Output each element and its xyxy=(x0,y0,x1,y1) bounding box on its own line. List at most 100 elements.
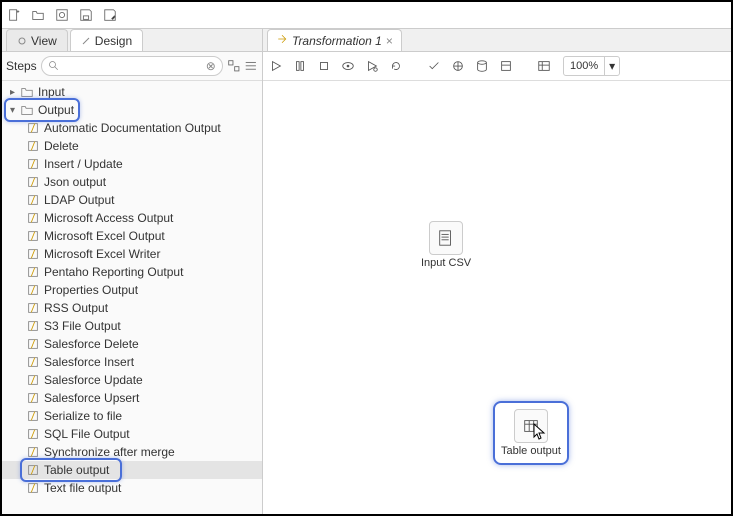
results-icon[interactable] xyxy=(535,57,553,75)
tree-step-item[interactable]: Insert / Update xyxy=(2,155,262,173)
new-file-icon[interactable] xyxy=(6,7,22,23)
explore-icon[interactable] xyxy=(54,7,70,23)
transformation-icon xyxy=(276,33,288,48)
explore-db-icon[interactable] xyxy=(497,57,515,75)
tree-item-label: Json output xyxy=(44,175,106,189)
open-icon[interactable] xyxy=(30,7,46,23)
search-icon xyxy=(48,60,60,72)
step-icon xyxy=(26,157,40,171)
tree-step-item[interactable]: Synchronize after merge xyxy=(2,443,262,461)
editor-tab-label: Transformation 1 xyxy=(292,34,382,48)
stop-icon[interactable] xyxy=(315,57,333,75)
tree-item-label: Salesforce Upsert xyxy=(44,391,139,405)
tree-step-item[interactable]: Salesforce Update xyxy=(2,371,262,389)
tree-item-label: Salesforce Insert xyxy=(44,355,134,369)
steps-label: Steps xyxy=(6,59,37,73)
steps-header: Steps ⊗ xyxy=(2,52,262,81)
tree-item-label: RSS Output xyxy=(44,301,108,315)
search-input[interactable] xyxy=(60,58,206,74)
tree-item-label: Serialize to file xyxy=(44,409,122,423)
steps-tree[interactable]: ▸Input ▾Output Automatic Documentation O… xyxy=(2,81,262,515)
content-area: View Design Steps ⊗ ▸Input ▾Output Autom… xyxy=(2,29,731,515)
tree-item-label: Microsoft Excel Output xyxy=(44,229,165,243)
step-icon xyxy=(26,229,40,243)
canvas[interactable]: Input CSV Table output xyxy=(263,81,731,515)
app-window: View Design Steps ⊗ ▸Input ▾Output Autom… xyxy=(0,0,733,516)
tree-item-label: Insert / Update xyxy=(44,157,123,171)
tree-folder-output[interactable]: ▾Output xyxy=(2,101,262,119)
tree-item-label: Delete xyxy=(44,139,79,153)
tree-folder-input[interactable]: ▸Input xyxy=(2,83,262,101)
tree-step-item[interactable]: Serialize to file xyxy=(2,407,262,425)
node-input-csv[interactable]: Input CSV xyxy=(421,221,471,269)
zoom-dropdown-icon[interactable]: ▾ xyxy=(604,57,619,75)
list-view-icon[interactable] xyxy=(244,58,258,74)
tree-step-item[interactable]: Salesforce Delete xyxy=(2,335,262,353)
tab-design[interactable]: Design xyxy=(70,29,143,51)
step-icon xyxy=(26,427,40,441)
tree-step-item[interactable]: Text file output xyxy=(2,479,262,497)
step-icon xyxy=(26,247,40,261)
tab-view[interactable]: View xyxy=(6,29,68,51)
preview-icon[interactable] xyxy=(339,57,357,75)
step-icon xyxy=(26,463,40,477)
close-tab-icon[interactable]: × xyxy=(386,34,393,48)
tree-step-item[interactable]: Salesforce Insert xyxy=(2,353,262,371)
node-label: Table output xyxy=(501,445,561,457)
tree-step-item[interactable]: Properties Output xyxy=(2,281,262,299)
step-icon xyxy=(26,319,40,333)
tree-step-item[interactable]: RSS Output xyxy=(2,299,262,317)
tree-step-item[interactable]: Microsoft Excel Writer xyxy=(2,245,262,263)
tree-step-item[interactable]: Table output xyxy=(2,461,262,479)
tree-step-item[interactable]: Salesforce Upsert xyxy=(2,389,262,407)
tree-label: Input xyxy=(38,85,65,99)
tree-step-item[interactable]: Microsoft Access Output xyxy=(2,209,262,227)
clear-search-icon[interactable]: ⊗ xyxy=(206,59,216,73)
zoom-value: 100% xyxy=(564,58,604,74)
tree-item-label: Pentaho Reporting Output xyxy=(44,265,183,279)
save-as-icon[interactable] xyxy=(102,7,118,23)
panel-tabs: View Design xyxy=(2,29,262,52)
pause-icon[interactable] xyxy=(291,57,309,75)
expand-all-icon[interactable] xyxy=(227,58,241,74)
tree-step-item[interactable]: Microsoft Excel Output xyxy=(2,227,262,245)
step-icon xyxy=(26,391,40,405)
tree-step-item[interactable]: Pentaho Reporting Output xyxy=(2,263,262,281)
verify-icon[interactable] xyxy=(425,57,443,75)
table-step-icon xyxy=(514,409,548,443)
step-icon xyxy=(26,283,40,297)
replay-icon[interactable] xyxy=(387,57,405,75)
save-icon[interactable] xyxy=(78,7,94,23)
step-icon xyxy=(26,175,40,189)
step-icon xyxy=(26,355,40,369)
right-panel: Transformation 1 × 100% xyxy=(263,29,731,515)
step-icon xyxy=(26,265,40,279)
tree-item-label: LDAP Output xyxy=(44,193,115,207)
main-toolbar xyxy=(2,2,731,29)
tree-step-item[interactable]: SQL File Output xyxy=(2,425,262,443)
debug-icon[interactable] xyxy=(363,57,381,75)
step-icon xyxy=(26,121,40,135)
step-icon xyxy=(26,211,40,225)
tree-step-item[interactable]: S3 File Output xyxy=(2,317,262,335)
step-icon xyxy=(26,193,40,207)
tree-step-item[interactable]: Automatic Documentation Output xyxy=(2,119,262,137)
tree-item-label: Text file output xyxy=(44,481,121,495)
run-icon[interactable] xyxy=(267,57,285,75)
sql-icon[interactable] xyxy=(473,57,491,75)
impact-icon[interactable] xyxy=(449,57,467,75)
tree-step-item[interactable]: Json output xyxy=(2,173,262,191)
node-table-output[interactable]: Table output xyxy=(493,401,569,465)
folder-icon xyxy=(20,103,34,117)
step-icon xyxy=(26,481,40,495)
editor-toolbar: 100% ▾ xyxy=(263,52,731,81)
search-box[interactable]: ⊗ xyxy=(41,56,223,76)
editor-tab-transformation[interactable]: Transformation 1 × xyxy=(267,29,402,51)
tree-step-item[interactable]: LDAP Output xyxy=(2,191,262,209)
zoom-control[interactable]: 100% ▾ xyxy=(563,56,620,76)
tree-label: Output xyxy=(38,103,74,117)
tree-step-item[interactable]: Delete xyxy=(2,137,262,155)
step-icon xyxy=(26,337,40,351)
tab-view-label: View xyxy=(31,34,57,48)
tree-item-label: SQL File Output xyxy=(44,427,130,441)
